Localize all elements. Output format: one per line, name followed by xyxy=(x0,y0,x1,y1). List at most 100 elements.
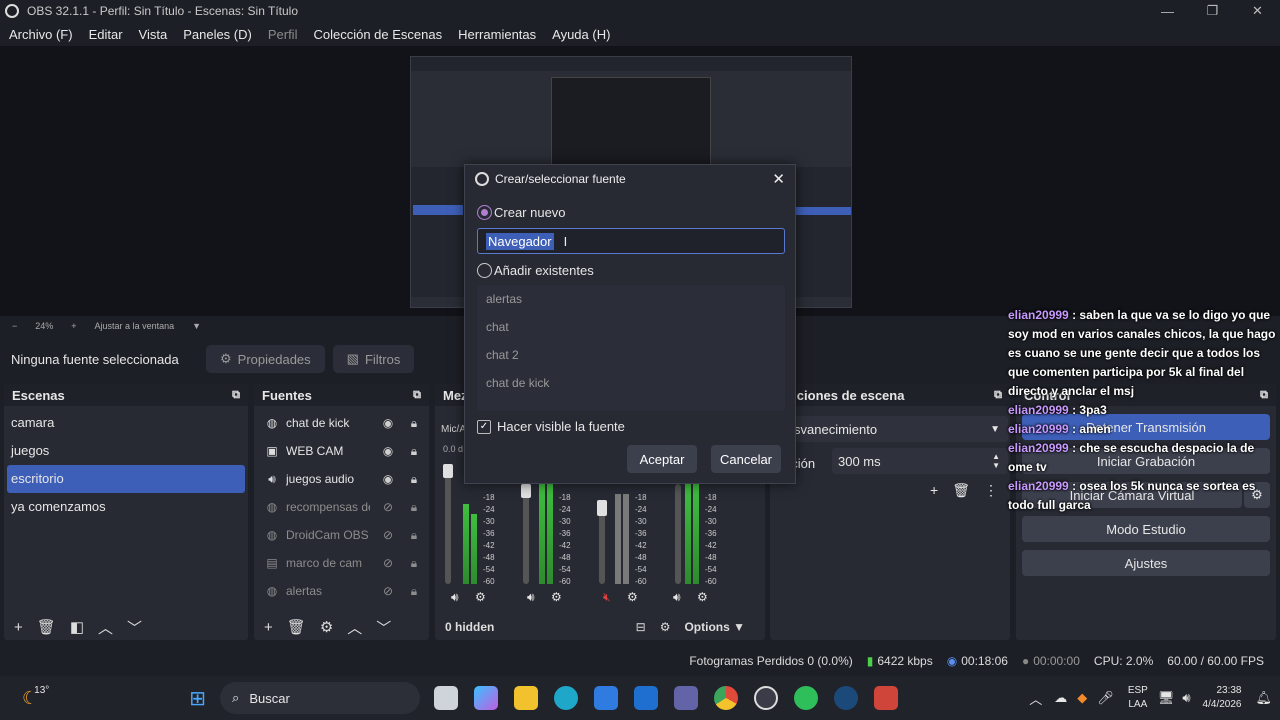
close-icon[interactable]: ✕ xyxy=(1235,3,1280,19)
zoom-in-icon[interactable]: + xyxy=(71,321,76,331)
tray-app-icon[interactable]: ◆ xyxy=(1077,690,1087,706)
undock-icon[interactable]: ⧉ xyxy=(994,389,1002,402)
gear-icon[interactable]: ⚙ xyxy=(320,618,333,636)
volume-fader[interactable] xyxy=(445,464,451,584)
move-down-icon[interactable]: ﹀ xyxy=(127,617,142,638)
menu-herramientas[interactable]: Herramientas xyxy=(449,27,543,42)
network-icon[interactable]: 🖥︎ xyxy=(1158,690,1175,706)
source-item[interactable]: ◍ alertas ⊘ 🔒︎ xyxy=(254,577,429,605)
lock-icon[interactable]: 🔒︎ xyxy=(406,444,422,459)
accept-button[interactable]: Aceptar xyxy=(627,445,697,473)
fit-window-label[interactable]: Ajustar a la ventana xyxy=(95,321,175,331)
fader-handle[interactable] xyxy=(521,484,531,498)
list-item[interactable]: chat 2 xyxy=(477,341,785,369)
steam-icon[interactable] xyxy=(834,686,859,710)
cloud-icon[interactable]: ☁ xyxy=(1054,690,1067,706)
minimize-icon[interactable]: — xyxy=(1145,4,1190,19)
lock-icon[interactable]: 🔒︎ xyxy=(406,528,422,543)
language-indicator[interactable]: ESP LAA xyxy=(1128,684,1148,712)
visible-checkbox[interactable]: ✓ Hacer visible la fuente xyxy=(477,419,625,434)
source-item[interactable]: ▣ WEB CAM ◉ 🔒︎ xyxy=(254,437,429,465)
settings-button[interactable]: Ajustes xyxy=(1022,550,1270,576)
menu-archivo[interactable]: Archivo (F) xyxy=(0,27,80,42)
menu-vista[interactable]: Vista xyxy=(130,27,175,42)
move-up-icon[interactable]: ︿ xyxy=(347,617,362,638)
mic-icon[interactable]: 🎤︎ xyxy=(1097,690,1114,706)
source-item[interactable]: ◍ DroidCam OBS ⊘ 🔒︎ xyxy=(254,521,429,549)
gear-icon[interactable]: ⚙ xyxy=(475,590,486,604)
eye-icon[interactable]: ◉ xyxy=(380,444,396,458)
volume-fader[interactable] xyxy=(675,484,681,584)
advanced-audio-icon[interactable]: ⚙ xyxy=(660,620,671,634)
eye-hidden-icon[interactable]: ⊘ xyxy=(380,584,396,598)
chevron-down-icon[interactable]: ▼ xyxy=(192,321,201,331)
undock-icon[interactable]: ⧉ xyxy=(232,389,240,402)
lock-icon[interactable]: 🔒︎ xyxy=(406,416,422,431)
move-down-icon[interactable]: ﹀ xyxy=(376,617,391,638)
outlook-icon[interactable] xyxy=(634,686,659,710)
windows-start-icon[interactable]: ⊞ xyxy=(189,686,206,711)
more-icon[interactable]: ⋮ xyxy=(984,482,998,499)
close-icon[interactable]: ✕ xyxy=(772,170,785,188)
volume-fader[interactable] xyxy=(523,484,529,584)
file-explorer-icon[interactable] xyxy=(514,686,539,710)
trash-icon[interactable]: 🗑 xyxy=(287,618,306,636)
eye-hidden-icon[interactable]: ⊘ xyxy=(380,528,396,542)
spin-arrows-icon[interactable]: ▲ ▼ xyxy=(992,452,1000,470)
move-up-icon[interactable]: ︿ xyxy=(98,617,113,638)
studio-mode-button[interactable]: Modo Estudio xyxy=(1022,516,1270,542)
task-view-icon[interactable] xyxy=(434,686,459,710)
list-item[interactable]: chat de kick xyxy=(477,369,785,397)
add-icon[interactable]: + xyxy=(14,619,23,636)
gear-icon[interactable]: ⚙ xyxy=(627,590,638,604)
speaker-icon[interactable]: 🔊︎ xyxy=(451,590,459,605)
teams-icon[interactable] xyxy=(674,686,699,710)
gear-icon[interactable]: ⚙ xyxy=(551,590,562,604)
list-item[interactable]: alertas xyxy=(477,285,785,313)
eye-icon[interactable]: ◉ xyxy=(380,416,396,430)
copilot-icon[interactable] xyxy=(474,686,499,710)
source-name-input[interactable]: Navegador I xyxy=(477,228,785,254)
lock-icon[interactable]: 🔒︎ xyxy=(406,472,422,487)
trash-icon[interactable]: 🗑 xyxy=(952,482,970,499)
zoom-out-icon[interactable]: − xyxy=(12,321,17,331)
chrome-icon[interactable] xyxy=(714,686,739,710)
duration-spinbox[interactable]: 300 ms ▲ ▼ xyxy=(832,448,1008,474)
filter-icon[interactable]: ◧ xyxy=(70,618,84,636)
gear-icon[interactable]: ⚙ xyxy=(697,590,708,604)
menu-coleccion[interactable]: Colección de Escenas xyxy=(304,27,449,42)
fader-handle[interactable] xyxy=(597,500,607,516)
menu-editar[interactable]: Editar xyxy=(80,27,130,42)
scene-item-juegos[interactable]: juegos xyxy=(4,437,248,465)
speaker-icon[interactable]: 🔊︎ xyxy=(673,590,681,605)
clock[interactable]: 23:38 4/4/2026 xyxy=(1203,684,1242,712)
edge-icon[interactable] xyxy=(554,686,579,710)
menu-ayuda[interactable]: Ayuda (H) xyxy=(543,27,617,42)
maximize-icon[interactable]: ❐ xyxy=(1190,3,1235,19)
lock-icon[interactable]: 🔒︎ xyxy=(406,584,422,599)
tray-chevron-icon[interactable]: ︿ xyxy=(1029,689,1042,708)
lock-icon[interactable]: 🔒︎ xyxy=(406,556,422,571)
eye-icon[interactable]: ◉ xyxy=(380,472,396,486)
lock-icon[interactable]: 🔒︎ xyxy=(406,500,422,515)
filters-button[interactable]: ▧ Filtros xyxy=(332,345,415,373)
layout-icon[interactable]: ⊟ xyxy=(636,620,646,634)
list-item[interactable]: chat xyxy=(477,313,785,341)
add-icon[interactable]: + xyxy=(930,482,938,499)
speaker-icon[interactable]: 🔊︎ xyxy=(527,590,535,605)
store-icon[interactable] xyxy=(594,686,619,710)
menu-perfil[interactable]: Perfil xyxy=(259,27,305,42)
add-icon[interactable]: + xyxy=(264,619,273,636)
muted-speaker-icon[interactable]: 🔇︎ xyxy=(603,590,611,605)
undock-icon[interactable]: ⧉ xyxy=(413,389,421,402)
options-button[interactable]: Options ▼ xyxy=(684,620,745,634)
obs-taskbar-icon[interactable] xyxy=(754,686,779,710)
cancel-button[interactable]: Cancelar xyxy=(711,445,781,473)
volume-icon[interactable]: 🔊︎ xyxy=(1182,690,1190,706)
notification-icon[interactable]: 🔔︎ xyxy=(1255,690,1272,706)
source-item[interactable]: ◍ chat de kick ◉ 🔒︎ xyxy=(254,409,429,437)
scene-item-camara[interactable]: camara xyxy=(4,409,248,437)
source-item[interactable]: ◍ recompensas de ⊘ 🔒︎ xyxy=(254,493,429,521)
properties-button[interactable]: ⚙ Propiedades xyxy=(206,345,325,373)
add-existing-radio[interactable]: Añadir existentes xyxy=(465,263,594,278)
